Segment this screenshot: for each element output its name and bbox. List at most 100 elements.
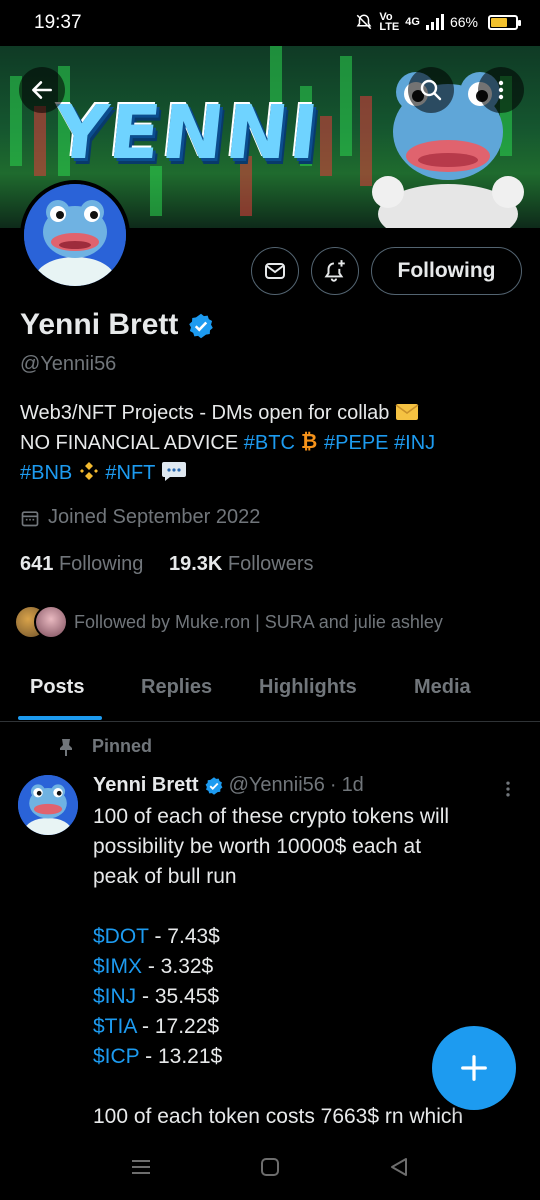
post-time: 1d: [341, 774, 364, 796]
signal-icon: [425, 14, 444, 30]
status-bar: 19:37 Vo LTE 4G 66%: [0, 0, 540, 46]
bio-line-3: #BNB #NFT: [20, 458, 520, 488]
mail-icon: [265, 263, 285, 279]
status-time: 19:37: [34, 12, 82, 33]
profile-handle: @Yennii56: [20, 353, 117, 375]
nav-home-button[interactable]: [259, 1156, 281, 1183]
back-triangle-icon: [391, 1158, 407, 1176]
tab-highlights[interactable]: Highlights: [259, 676, 357, 699]
post-separator: ·: [329, 774, 337, 796]
pinned-label-row: Pinned: [58, 736, 152, 757]
follower-avatar: [34, 605, 68, 639]
status-icons: Vo LTE 4G 66%: [355, 12, 521, 33]
hashtag-bnb[interactable]: #BNB: [20, 462, 72, 484]
svg-text:₿: ₿: [301, 430, 317, 452]
followed-by-row[interactable]: Followed by Muke.ron | SURA and julie as…: [14, 605, 443, 639]
followers-stat[interactable]: 19.3K Followers: [169, 553, 314, 575]
post-header: Yenni Brett @Yennii56 · 1d: [93, 774, 364, 797]
follow-stats: 641 Following 19.3K Followers: [20, 553, 314, 576]
joined-date: Joined September 2022: [48, 506, 261, 528]
token-price: - 3.32$: [142, 955, 214, 978]
envelope-emoji-icon: [395, 404, 419, 420]
cashtag-inj[interactable]: $INJ: [93, 985, 136, 1008]
banner-candle: [34, 106, 46, 176]
cashtag-dot[interactable]: $DOT: [93, 925, 149, 948]
back-button[interactable]: [19, 67, 65, 113]
back-arrow-icon: [32, 81, 52, 99]
post-author-name[interactable]: Yenni Brett: [93, 774, 199, 797]
nav-back-button[interactable]: [388, 1156, 410, 1183]
profile-bio: Web3/NFT Projects - DMs open for collab …: [20, 398, 520, 488]
token-row: $INJ - 35.45$: [93, 982, 513, 1012]
post-text-line: 100 of each of these crypto tokens will: [93, 805, 450, 828]
token-row: $IMX - 3.32$: [93, 952, 513, 982]
more-options-button[interactable]: [478, 67, 524, 113]
compose-post-button[interactable]: [432, 1026, 516, 1110]
verified-badge-icon[interactable]: [187, 312, 215, 340]
hashtag-pepe[interactable]: #PEPE: [324, 432, 388, 454]
tab-posts[interactable]: Posts: [30, 676, 84, 699]
post-more-button[interactable]: [498, 778, 518, 805]
cashtag-imx[interactable]: $IMX: [93, 955, 142, 978]
following-count: 641: [20, 553, 54, 575]
nav-menu-button[interactable]: [130, 1156, 152, 1183]
following-button[interactable]: Following: [371, 247, 522, 295]
cashtag-icp[interactable]: $ICP: [93, 1045, 139, 1068]
more-vertical-icon: [506, 781, 510, 797]
banner-candle: [320, 116, 332, 176]
profile-tabs: Posts Replies Highlights Media: [0, 660, 540, 722]
post-text-line: peak of bull run: [93, 865, 237, 888]
tab-replies[interactable]: Replies: [141, 676, 212, 699]
followed-by-text: Followed by Muke.ron | SURA and julie as…: [74, 611, 443, 632]
verified-badge-icon: [205, 776, 222, 795]
home-square-icon: [261, 1158, 279, 1176]
message-button[interactable]: [251, 247, 299, 295]
following-stat[interactable]: 641 Following: [20, 553, 143, 575]
hashtag-btc[interactable]: #BTC: [244, 432, 295, 454]
plus-icon: [461, 1055, 487, 1081]
profile-avatar[interactable]: [20, 180, 130, 290]
search-button[interactable]: [408, 67, 454, 113]
calendar-icon: [21, 510, 39, 526]
post-text-line: 100 of each token costs 7663$ rn which: [93, 1105, 464, 1128]
more-vertical-icon: [498, 80, 504, 100]
tab-media[interactable]: Media: [414, 676, 471, 699]
pinned-label: Pinned: [92, 736, 153, 756]
token-price: - 17.22$: [136, 1015, 220, 1038]
profile-name: Yenni Brett: [20, 308, 179, 341]
profile-name-row: Yenni Brett: [20, 308, 215, 342]
joined-row: Joined September 2022: [20, 506, 260, 529]
mute-bell-icon: [356, 14, 372, 30]
hashtag-nft[interactable]: #NFT: [105, 462, 155, 484]
token-row: $DOT - 7.43$: [93, 922, 513, 952]
bell-plus-icon: [324, 260, 345, 282]
follower-avatars: [14, 605, 68, 639]
post-author-handle[interactable]: @Yennii56: [229, 774, 325, 797]
volte-indicator: Vo LTE: [379, 12, 399, 33]
active-tab-indicator: [18, 716, 102, 720]
bio-line-2: NO FINANCIAL ADVICE #BTC ₿ #PEPE #INJ: [20, 428, 520, 458]
post-author-avatar[interactable]: [18, 775, 78, 835]
notify-button[interactable]: [311, 247, 359, 295]
cashtag-tia[interactable]: $TIA: [93, 1015, 136, 1038]
post-avatar-frog-image: [18, 775, 78, 835]
search-icon: [420, 79, 442, 101]
banner-candle: [340, 56, 352, 156]
banner-title: YENNI: [49, 90, 325, 176]
bnb-emoji-icon: [79, 462, 98, 480]
network-type: 4G: [405, 16, 420, 28]
bio-line-1: Web3/NFT Projects - DMs open for collab: [20, 398, 520, 428]
pin-icon: [60, 738, 72, 756]
hashtag-inj[interactable]: #INJ: [394, 432, 435, 454]
token-price: - 35.45$: [136, 985, 220, 1008]
bio-text-1: Web3/NFT Projects - DMs open for collab: [20, 402, 390, 424]
token-price: - 7.43$: [148, 925, 220, 948]
battery-icon: [488, 14, 521, 30]
menu-icon: [132, 1160, 150, 1174]
speech-bubble-emoji-icon: [161, 462, 186, 481]
avatar-frog-image: [24, 184, 126, 286]
token-price: - 13.21$: [139, 1045, 223, 1068]
battery-percent: 66%: [449, 14, 478, 30]
bitcoin-emoji-icon: ₿: [301, 430, 317, 452]
post-text-line: possibility be worth 10000$ each at: [93, 835, 422, 858]
